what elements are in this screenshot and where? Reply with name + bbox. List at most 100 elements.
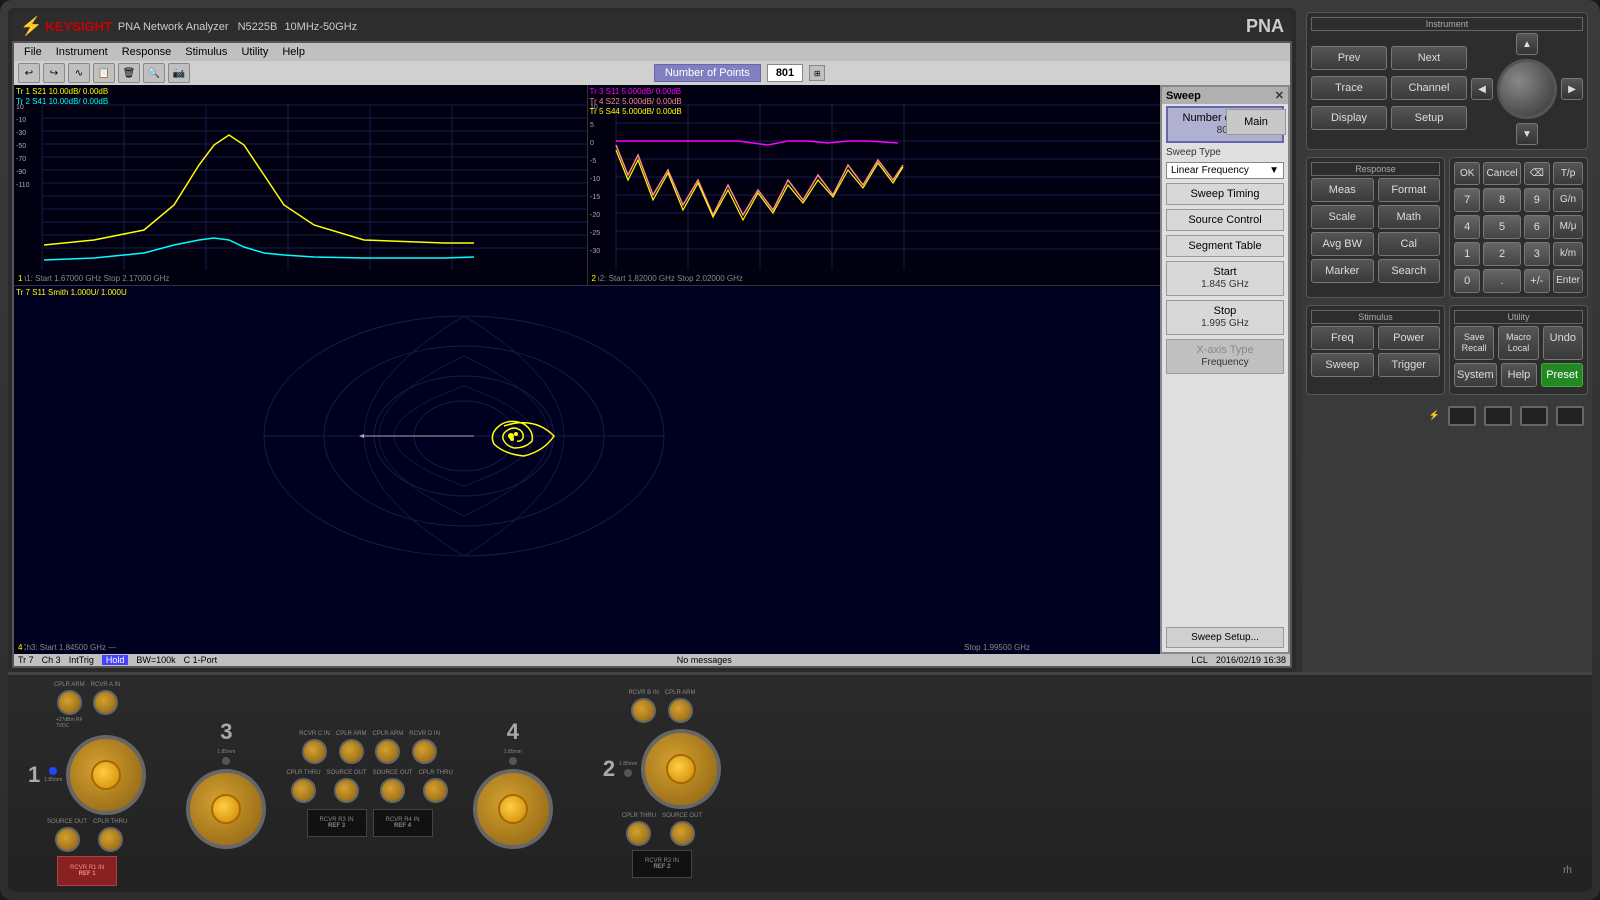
menu-stimulus[interactable]: Stimulus xyxy=(179,45,233,59)
sweep-main-btn[interactable]: Main xyxy=(1226,109,1286,135)
key-6[interactable]: 6 xyxy=(1524,215,1550,239)
save-recall-btn[interactable]: Save Recall xyxy=(1454,326,1494,360)
usb-port-4[interactable] xyxy=(1556,406,1584,426)
tp-btn[interactable]: T/p xyxy=(1553,162,1583,185)
toolbar-undo[interactable]: ↩ xyxy=(18,63,40,83)
menu-instrument[interactable]: Instrument xyxy=(50,45,114,59)
mu-btn[interactable]: M/μ xyxy=(1553,215,1583,239)
sweep-btn[interactable]: Sweep xyxy=(1311,353,1374,377)
nav-up[interactable]: ▲ xyxy=(1516,33,1538,55)
nav-left[interactable]: ◀ xyxy=(1471,78,1493,100)
display-btn[interactable]: Display xyxy=(1311,106,1387,130)
menu-utility[interactable]: Utility xyxy=(235,45,274,59)
smith-number: 4 xyxy=(16,643,24,652)
search-btn[interactable]: Search xyxy=(1378,259,1441,283)
source-control-btn[interactable]: Source Control xyxy=(1166,209,1284,231)
channel-btn[interactable]: Channel xyxy=(1391,76,1467,100)
nop-value[interactable]: 801 xyxy=(767,64,803,82)
menu-help[interactable]: Help xyxy=(276,45,311,59)
small-conn-cplr-arm-2[interactable] xyxy=(668,698,693,723)
small-conn-src-out-4[interactable] xyxy=(380,778,405,803)
small-conn-cplr-arm-4[interactable] xyxy=(375,739,400,764)
nop-grid-icon[interactable]: ⊞ xyxy=(809,65,825,81)
sweep-type-dropdown[interactable]: Linear Frequency ▼ xyxy=(1166,162,1284,179)
sweep-stop-btn[interactable]: Stop 1.995 GHz xyxy=(1166,300,1284,335)
enter-btn[interactable]: Enter xyxy=(1553,269,1583,293)
menu-response[interactable]: Response xyxy=(116,45,178,59)
dot-btn[interactable]: . xyxy=(1483,269,1520,293)
small-conn-rcvr-c[interactable] xyxy=(302,739,327,764)
small-conn-src-out-1[interactable] xyxy=(55,827,80,852)
help-btn[interactable]: Help xyxy=(1501,363,1538,387)
usb-port-3[interactable] xyxy=(1520,406,1548,426)
small-conn-cplr-arm-3[interactable] xyxy=(339,739,364,764)
macro-local-btn[interactable]: Macro Local xyxy=(1498,326,1538,360)
key-3[interactable]: 3 xyxy=(1524,242,1550,266)
marker-btn[interactable]: Marker xyxy=(1311,259,1374,283)
usb-port-2[interactable] xyxy=(1484,406,1512,426)
small-conn-src-out-2[interactable] xyxy=(670,821,695,846)
avg-bw-btn[interactable]: Avg BW xyxy=(1311,232,1374,256)
cancel-btn[interactable]: Cancel xyxy=(1483,162,1520,185)
ok-btn[interactable]: OK xyxy=(1454,162,1480,185)
toolbar-wave[interactable]: ∿ xyxy=(68,63,90,83)
meas-btn[interactable]: Meas xyxy=(1311,178,1374,202)
toolbar-copy[interactable]: 📋 xyxy=(93,63,115,83)
port3-connector[interactable] xyxy=(186,769,266,849)
nav-right[interactable]: ▶ xyxy=(1561,78,1583,100)
usb-port-1[interactable] xyxy=(1448,406,1476,426)
small-conn-rcvr-d[interactable] xyxy=(412,739,437,764)
key-8[interactable]: 8 xyxy=(1483,188,1520,212)
small-conn-rcvr-a[interactable] xyxy=(93,690,118,715)
cal-btn[interactable]: Cal xyxy=(1378,232,1441,256)
port3-area: 3 1.85mm xyxy=(186,719,266,849)
setup-btn[interactable]: Setup xyxy=(1391,106,1467,130)
plusminus-btn[interactable]: +/- xyxy=(1524,269,1550,293)
power-btn[interactable]: Power xyxy=(1378,326,1441,350)
port4-connector[interactable] xyxy=(473,769,553,849)
toolbar-delete[interactable]: 🗑 xyxy=(118,63,140,83)
key-9[interactable]: 9 xyxy=(1524,188,1550,212)
menu-file[interactable]: File xyxy=(18,45,48,59)
key-0[interactable]: 0 xyxy=(1454,269,1480,293)
key-4[interactable]: 4 xyxy=(1454,215,1480,239)
main-knob[interactable] xyxy=(1497,59,1557,119)
trigger-btn[interactable]: Trigger xyxy=(1378,353,1441,377)
toolbar-camera[interactable]: 📷 xyxy=(168,63,190,83)
small-conn-rcvr-b[interactable] xyxy=(631,698,656,723)
sweep-close-btn[interactable]: ✕ xyxy=(1275,89,1284,102)
port1-connector[interactable] xyxy=(66,735,146,815)
gn-btn[interactable]: G/n xyxy=(1553,188,1583,212)
nav-down[interactable]: ▼ xyxy=(1516,123,1538,145)
small-conn-cplr-thru-2[interactable] xyxy=(626,821,651,846)
key-5[interactable]: 5 xyxy=(1483,215,1520,239)
sweep-setup-btn[interactable]: Sweep Setup... xyxy=(1166,627,1284,648)
system-btn[interactable]: System xyxy=(1454,363,1497,387)
undo-btn[interactable]: Undo xyxy=(1543,326,1583,360)
backspace-btn[interactable]: ⌫ xyxy=(1524,162,1550,185)
small-conn-cplr-thru-4[interactable] xyxy=(423,778,448,803)
small-conn-src-out-3[interactable] xyxy=(334,778,359,803)
scale-btn[interactable]: Scale xyxy=(1311,205,1374,229)
key-2[interactable]: 2 xyxy=(1483,242,1520,266)
key-1[interactable]: 1 xyxy=(1454,242,1480,266)
freq-btn[interactable]: Freq xyxy=(1311,326,1374,350)
toolbar-redo[interactable]: ↪ xyxy=(43,63,65,83)
sweep-start-btn[interactable]: Start 1.845 GHz xyxy=(1166,261,1284,296)
sweep-timing-btn[interactable]: Sweep Timing xyxy=(1166,183,1284,205)
preset-btn[interactable]: Preset xyxy=(1541,363,1583,387)
km-btn[interactable]: k/m xyxy=(1553,242,1583,266)
small-conn-cplr-thru-3[interactable] xyxy=(291,778,316,803)
segment-table-btn[interactable]: Segment Table xyxy=(1166,235,1284,257)
toolbar-zoom[interactable]: 🔍 xyxy=(143,63,165,83)
prev-btn[interactable]: Prev xyxy=(1311,46,1387,70)
trace-btn[interactable]: Trace xyxy=(1311,76,1387,100)
small-conn-cplr-thru-1[interactable] xyxy=(98,827,123,852)
math-btn[interactable]: Math xyxy=(1378,205,1441,229)
key-7[interactable]: 7 xyxy=(1454,188,1480,212)
next-btn[interactable]: Next xyxy=(1391,46,1467,70)
port2-connector[interactable] xyxy=(641,729,721,809)
sweep-xaxis-btn[interactable]: X-axis Type Frequency xyxy=(1166,339,1284,374)
small-conn-cplr-arm-1[interactable] xyxy=(57,690,82,715)
format-btn[interactable]: Format xyxy=(1378,178,1441,202)
